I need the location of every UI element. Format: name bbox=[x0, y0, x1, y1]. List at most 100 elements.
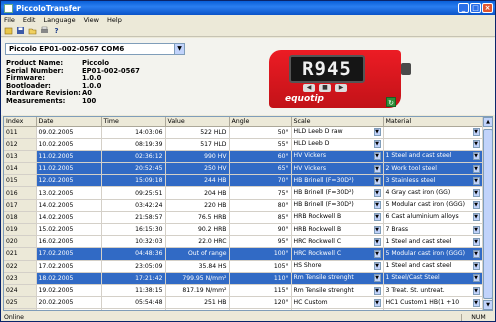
cell-angle[interactable]: 50° bbox=[229, 126, 292, 139]
minimize-button[interactable]: _ bbox=[458, 3, 469, 13]
table-row[interactable]: 025 20.02.2005 05:54:48 251 HB 120° HC Custom… bbox=[4, 296, 483, 310]
cell-index[interactable]: 011 bbox=[4, 126, 37, 139]
chevron-down-icon[interactable]: ▼ bbox=[373, 225, 381, 234]
cell-date[interactable]: 14.02.2005 bbox=[36, 199, 102, 212]
cell-scale[interactable]: Rm Tensile strenght ▼ bbox=[291, 284, 384, 298]
cell-value[interactable]: 76.5 HRB bbox=[165, 211, 230, 225]
cell-scale[interactable]: HV Vickers ▼ bbox=[291, 162, 384, 176]
chevron-down-icon[interactable]: ▼ bbox=[373, 201, 381, 210]
maximize-button[interactable]: □ bbox=[470, 3, 481, 13]
cell-scale[interactable]: HB Brinell (F=30D²) ▼ bbox=[291, 199, 384, 212]
open-icon[interactable] bbox=[4, 26, 13, 35]
cell-scale[interactable]: HRB Rockwell B ▼ bbox=[291, 211, 384, 225]
table-row[interactable]: 020 16.02.2005 10:32:03 22.0 HRC 95° HRC Rock… bbox=[4, 235, 483, 249]
cell-scale[interactable]: HRC Rockwell C ▼ bbox=[291, 247, 384, 261]
chevron-down-icon[interactable]: ▼ bbox=[373, 262, 381, 271]
cell-time[interactable]: 16:15:30 bbox=[101, 223, 166, 237]
menu-file[interactable]: File bbox=[4, 16, 15, 24]
cell-angle[interactable]: 100° bbox=[229, 247, 292, 261]
chevron-down-icon[interactable]: ▼ bbox=[373, 286, 381, 295]
table-row[interactable]: 019 15.02.2005 16:15:30 90.2 HRB 90° HRB Rock… bbox=[4, 223, 483, 237]
cell-time[interactable]: 10:32:03 bbox=[101, 235, 166, 249]
cell-time[interactable]: 04:48:36 bbox=[101, 247, 166, 261]
cell-date[interactable]: 20.02.2005 bbox=[36, 296, 102, 310]
print-icon[interactable] bbox=[40, 26, 49, 35]
cell-date[interactable]: 18.02.2005 bbox=[36, 272, 102, 285]
vertical-scrollbar[interactable]: ▲ ▼ bbox=[482, 117, 492, 310]
chevron-down-icon[interactable]: ▼ bbox=[373, 128, 381, 137]
cell-time[interactable]: 17:21:42 bbox=[101, 272, 166, 285]
table-row[interactable]: 024 19.02.2005 11:38:15 817.19 N/mm² 115° Rm … bbox=[4, 284, 483, 298]
chevron-down-icon[interactable]: ▼ bbox=[472, 274, 480, 283]
cell-date[interactable]: 10.02.2005 bbox=[36, 138, 102, 151]
cell-angle[interactable]: 85° bbox=[229, 211, 292, 225]
column-header-angle[interactable]: Angle bbox=[229, 117, 292, 127]
cell-angle[interactable]: 55° bbox=[229, 138, 292, 151]
cell-angle[interactable]: 65° bbox=[229, 162, 292, 176]
cell-material[interactable]: ▼ bbox=[383, 138, 483, 151]
cell-time[interactable]: 03:42:24 bbox=[101, 199, 166, 212]
cell-time[interactable]: 23:05:09 bbox=[101, 260, 166, 273]
cell-date[interactable]: 12.02.2005 bbox=[36, 174, 102, 188]
cell-scale[interactable]: Rm Tensile strenght ▼ bbox=[291, 272, 384, 285]
cell-value[interactable]: 517 HLD bbox=[165, 138, 230, 151]
cell-index[interactable]: 019 bbox=[4, 223, 37, 237]
cell-index[interactable]: 016 bbox=[4, 186, 37, 200]
cell-angle[interactable]: 115° bbox=[229, 284, 292, 298]
chevron-down-icon[interactable]: ▼ bbox=[373, 152, 381, 161]
cell-date[interactable]: 17.02.2005 bbox=[36, 247, 102, 261]
cell-value[interactable]: Out of range bbox=[165, 308, 230, 310]
cell-angle[interactable]: 70° bbox=[229, 174, 292, 188]
column-header-index[interactable]: Index bbox=[4, 117, 37, 127]
cell-index[interactable]: 024 bbox=[4, 284, 37, 298]
cell-material[interactable]: 1 Steel and cast steel▼ bbox=[383, 235, 483, 249]
column-header-value[interactable]: Value bbox=[165, 117, 230, 127]
cell-time[interactable]: 00:11:21 bbox=[101, 308, 166, 310]
cell-value[interactable]: 244 HB bbox=[165, 174, 230, 188]
chevron-down-icon[interactable]: ▼ bbox=[472, 298, 480, 307]
menu-edit[interactable]: Edit bbox=[23, 16, 36, 24]
cell-value[interactable]: 220 HB bbox=[165, 199, 230, 212]
menu-help[interactable]: Help bbox=[107, 16, 122, 24]
cell-time[interactable]: 15:09:18 bbox=[101, 174, 166, 188]
table-row[interactable]: 021 17.02.2005 04:48:36 Out of range 100° HRC… bbox=[4, 247, 483, 261]
chevron-down-icon[interactable]: ▼ bbox=[472, 237, 480, 246]
column-header-scale[interactable]: Scale bbox=[291, 117, 384, 127]
cell-time[interactable]: 21:58:57 bbox=[101, 211, 166, 225]
chevron-down-icon[interactable]: ▼ bbox=[472, 262, 480, 271]
table-row[interactable]: 022 17.02.2005 23:05:09 35.84 HS 105° HS Shor… bbox=[4, 260, 483, 273]
cell-value[interactable]: Out of range bbox=[165, 247, 230, 261]
chevron-down-icon[interactable]: ▼ bbox=[472, 164, 480, 173]
cell-date[interactable]: 17.02.2005 bbox=[36, 260, 102, 273]
chevron-down-icon[interactable]: ▼ bbox=[373, 213, 381, 222]
table-row[interactable]: 018 14.02.2005 21:58:57 76.5 HRB 85° HRB Rock… bbox=[4, 211, 483, 225]
cell-time[interactable]: 14:03:06 bbox=[101, 126, 166, 139]
cell-scale[interactable]: HC Custom▼ bbox=[291, 308, 384, 310]
chevron-down-icon[interactable]: ▼ bbox=[373, 189, 381, 198]
cell-index[interactable]: 021 bbox=[4, 247, 37, 261]
cell-scale[interactable]: HLD Leeb D raw ▼ bbox=[291, 126, 384, 139]
cell-value[interactable]: 90.2 HRB bbox=[165, 223, 230, 237]
chevron-down-icon[interactable]: ▼ bbox=[472, 249, 480, 258]
cell-index[interactable]: 026 bbox=[4, 308, 37, 310]
table-row[interactable]: 012 10.02.2005 08:19:39 517 HLD 55° HLD Leeb … bbox=[4, 138, 483, 151]
cell-angle[interactable]: 90° bbox=[229, 223, 292, 237]
cell-material[interactable]: 1 Steel and cast steel▼ bbox=[383, 308, 483, 310]
cell-scale[interactable]: HV Vickers ▼ bbox=[291, 150, 384, 164]
cell-value[interactable]: 22.0 HRC bbox=[165, 235, 230, 249]
cell-angle[interactable]: 125° bbox=[229, 308, 292, 310]
close-button[interactable]: × bbox=[482, 3, 493, 13]
table-row[interactable]: 023 18.02.2005 17:21:42 799.95 N/mm² 110° Rm … bbox=[4, 272, 483, 285]
table-row[interactable]: 013 11.02.2005 02:36:12 990 HV 60° HV Vickers… bbox=[4, 150, 483, 164]
chevron-down-icon[interactable]: ▼ bbox=[373, 176, 381, 185]
cell-angle[interactable]: 95° bbox=[229, 235, 292, 249]
chevron-down-icon[interactable]: ▼ bbox=[472, 128, 480, 137]
folder-icon[interactable] bbox=[28, 26, 37, 35]
cell-index[interactable]: 017 bbox=[4, 199, 37, 212]
cell-material[interactable]: 3 Treat. St. untreat. ▼ bbox=[383, 284, 483, 298]
cell-time[interactable]: 20:52:45 bbox=[101, 162, 166, 176]
cell-date[interactable]: 15.02.2005 bbox=[36, 223, 102, 237]
cell-material[interactable]: 5 Modular cast iron (GGG) ▼ bbox=[383, 247, 483, 261]
scroll-up-icon[interactable]: ▲ bbox=[483, 117, 492, 127]
chevron-down-icon[interactable]: ▼ bbox=[472, 152, 480, 161]
